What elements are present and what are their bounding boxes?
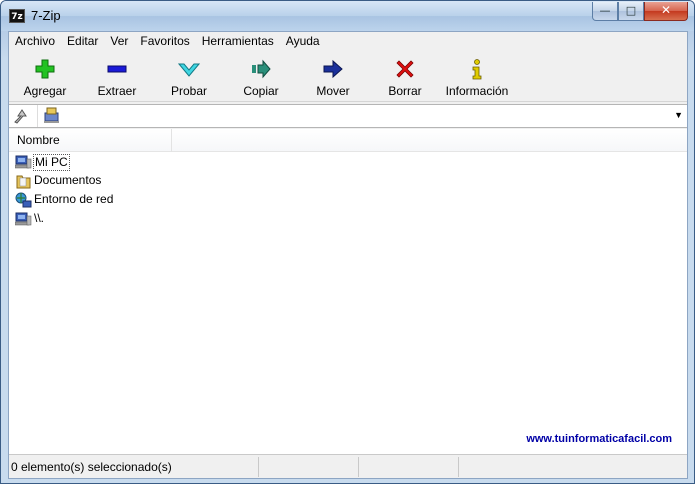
double-arrow-right-icon — [252, 59, 271, 79]
extract-label: Extraer — [97, 84, 137, 98]
list-item-label: Documentos — [34, 173, 102, 187]
address-field[interactable]: ▼ — [37, 105, 687, 127]
move-button[interactable]: Mover — [301, 52, 365, 102]
folder-up-button[interactable] — [11, 106, 33, 126]
computer-icon — [15, 212, 32, 226]
move-label: Mover — [316, 84, 350, 98]
menu-herramientas[interactable]: Herramientas — [196, 32, 280, 51]
test-button[interactable]: Probar — [157, 52, 221, 102]
check-chevron-icon — [178, 63, 200, 77]
add-button[interactable]: Agregar — [13, 52, 77, 102]
list-item[interactable]: Documentos — [9, 172, 309, 191]
info-button[interactable]: Información — [441, 52, 513, 102]
window-title: 7-Zip — [31, 8, 61, 23]
column-header-row: Nombre — [9, 129, 687, 152]
caption-buttons: — □ ✕ — [592, 2, 688, 21]
menu-archivo[interactable]: Archivo — [9, 32, 61, 51]
menu-bar: Archivo Editar Ver Favoritos Herramienta… — [9, 32, 687, 51]
list-item-label: Entorno de red — [34, 192, 114, 206]
copy-button[interactable]: Copiar — [229, 52, 293, 102]
extract-button[interactable]: Extraer — [85, 52, 149, 102]
minimize-button[interactable]: — — [592, 2, 618, 21]
list-rows: Mi PC Documentos Entorno de red \\. — [9, 153, 309, 229]
list-item-label: \\. — [34, 211, 45, 225]
menu-editar[interactable]: Editar — [61, 32, 104, 51]
computer-icon — [15, 155, 32, 169]
delete-label: Borrar — [388, 84, 422, 98]
status-cell-2 — [259, 457, 359, 477]
list-item-label: Mi PC — [33, 154, 70, 171]
copy-label: Copiar — [243, 84, 279, 98]
address-bar: ▼ — [9, 104, 687, 128]
status-cell-3 — [359, 457, 459, 477]
info-label: Información — [445, 84, 509, 98]
plus-icon — [35, 59, 55, 79]
client-area: Archivo Editar Ver Favoritos Herramienta… — [8, 31, 688, 479]
status-selection: 0 elemento(s) seleccionado(s) — [9, 457, 259, 477]
status-bar: 0 elemento(s) seleccionado(s) — [9, 456, 687, 478]
menu-ver[interactable]: Ver — [104, 32, 134, 51]
folder-icon — [16, 175, 31, 189]
minus-icon — [107, 65, 127, 73]
menu-ayuda[interactable]: Ayuda — [280, 32, 326, 51]
list-item[interactable]: \\. — [9, 210, 309, 229]
delete-button[interactable]: Borrar — [373, 52, 437, 102]
toolbar: Agregar Extraer Probar Copiar Mover Borr… — [9, 52, 687, 102]
close-button[interactable]: ✕ — [644, 2, 688, 21]
arrow-right-icon — [323, 59, 343, 79]
column-header-nombre[interactable]: Nombre — [9, 129, 172, 152]
list-item[interactable]: Entorno de red — [9, 191, 309, 210]
computer-icon — [44, 107, 59, 123]
list-item[interactable]: Mi PC — [9, 153, 309, 172]
file-list[interactable]: Nombre Mi PC Documentos Entorno de red \… — [9, 129, 687, 455]
network-icon — [15, 192, 32, 208]
app-icon[interactable]: 7z — [9, 9, 25, 23]
menu-favoritos[interactable]: Favoritos — [134, 32, 195, 51]
maximize-button[interactable]: □ — [618, 2, 644, 21]
add-label: Agregar — [23, 84, 67, 98]
watermark-text: www.tuinformaticafacil.com — [526, 433, 672, 445]
app-window: 7z 7-Zip — □ ✕ Archivo Editar Ver Favori… — [0, 0, 695, 484]
folder-up-icon — [14, 109, 27, 124]
address-dropdown-button[interactable]: ▼ — [674, 110, 683, 120]
title-bar[interactable]: 7z 7-Zip — □ ✕ — [1, 1, 694, 31]
info-icon — [472, 59, 482, 80]
test-label: Probar — [170, 84, 208, 98]
x-icon — [396, 60, 414, 78]
